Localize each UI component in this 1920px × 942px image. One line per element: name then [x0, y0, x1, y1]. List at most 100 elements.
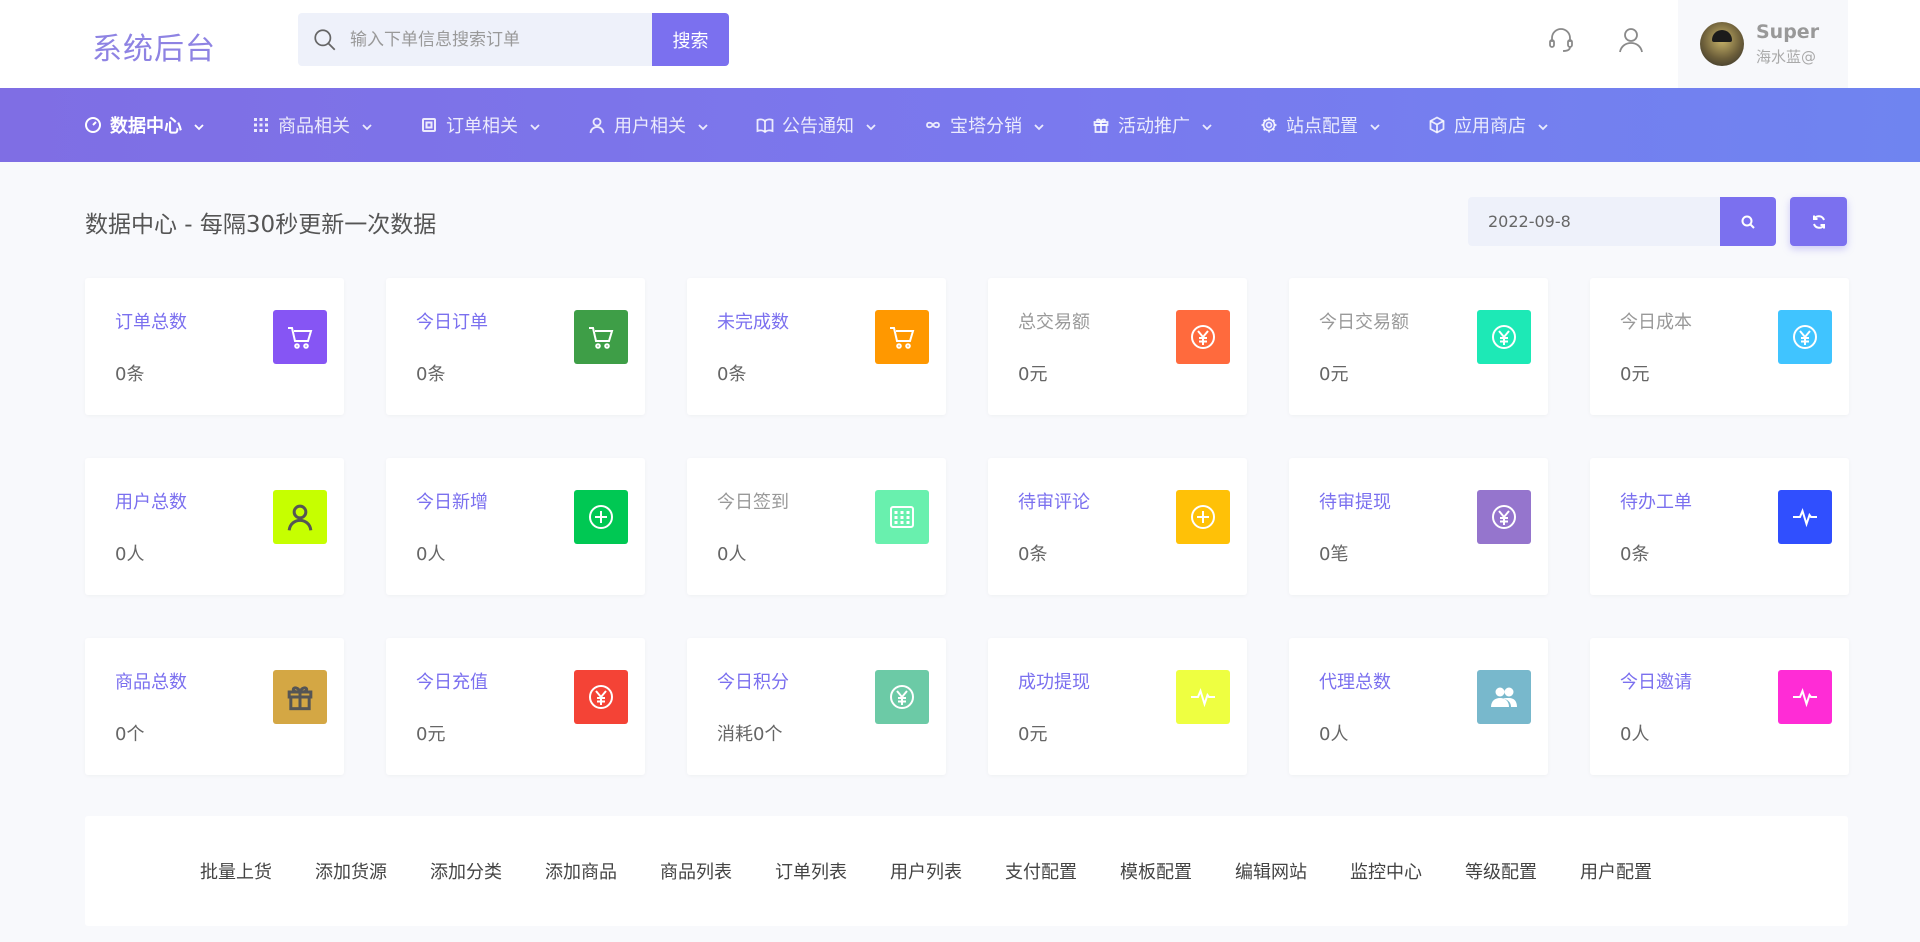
- avatar: [1700, 22, 1744, 66]
- stat-card-value: 0人: [416, 544, 446, 565]
- yen-icon: [1477, 490, 1531, 544]
- nav-item-5[interactable]: 宝塔分销: [924, 112, 1046, 138]
- quick-link[interactable]: 等级配置: [1465, 858, 1537, 884]
- search-input[interactable]: [350, 29, 650, 50]
- order-search: 搜索: [298, 13, 729, 66]
- chevron-down-icon: [1200, 118, 1214, 132]
- cart-icon: [574, 310, 628, 364]
- stat-card[interactable]: 待办工单 0条: [1590, 458, 1849, 595]
- plus-circle-icon: [574, 490, 628, 544]
- stat-card[interactable]: 待审提现 0笔: [1289, 458, 1548, 595]
- grid-icon: [252, 116, 270, 134]
- quick-link[interactable]: 监控中心: [1350, 858, 1422, 884]
- quick-link[interactable]: 商品列表: [660, 858, 732, 884]
- stat-card[interactable]: 今日新增 0人: [386, 458, 645, 595]
- stat-card-value: 0条: [416, 364, 446, 385]
- nav-item-8[interactable]: 应用商店: [1428, 112, 1550, 138]
- user-icon: [273, 490, 327, 544]
- pulse-icon: [1778, 490, 1832, 544]
- stat-card[interactable]: 总交易额 0元: [988, 278, 1247, 415]
- stat-card-value: 0条: [1018, 544, 1048, 565]
- brand-title[interactable]: 系统后台: [92, 24, 216, 68]
- stat-card-label: 今日新增: [416, 492, 488, 513]
- date-input[interactable]: 2022-09-8: [1468, 197, 1720, 246]
- quick-link[interactable]: 订单列表: [775, 858, 847, 884]
- nav-item-label: 宝塔分销: [950, 116, 1022, 137]
- nav-item-2[interactable]: 订单相关: [420, 112, 542, 138]
- refresh-icon: [1812, 214, 1825, 229]
- stat-card-value: 0笔: [1319, 544, 1349, 565]
- stat-cards: 订单总数 0条 今日订单 0条 未完成数 0条 总交易额 0元 今日交易额 0元 今日成本 0元 用户总…: [85, 278, 1849, 775]
- chevron-down-icon: [864, 118, 878, 132]
- stat-card[interactable]: 今日邀请 0人: [1590, 638, 1849, 775]
- box-icon: [1428, 116, 1446, 134]
- stat-card[interactable]: 商品总数 0个: [85, 638, 344, 775]
- stat-card-value: 0个: [115, 724, 145, 745]
- quick-link[interactable]: 用户列表: [890, 858, 962, 884]
- stat-card-value: 消耗0个: [717, 724, 783, 745]
- infinity-icon: [924, 116, 942, 134]
- cart-icon: [273, 310, 327, 364]
- nav-item-label: 商品相关: [278, 116, 350, 137]
- stat-card-label: 待办工单: [1620, 492, 1692, 513]
- book-icon: [756, 116, 774, 134]
- quick-link[interactable]: 批量上货: [200, 858, 272, 884]
- quick-link[interactable]: 支付配置: [1005, 858, 1077, 884]
- search-icon: [1741, 215, 1755, 229]
- nav-item-label: 用户相关: [614, 116, 686, 137]
- refresh-button[interactable]: [1790, 197, 1847, 246]
- nav-item-6[interactable]: 活动推广: [1092, 112, 1214, 138]
- main-nav: 数据中心 商品相关 订单相关 用户相关 公告通知 宝塔分销 活动推广 站点配置 应用商店: [0, 88, 1920, 162]
- quick-link[interactable]: 用户配置: [1580, 858, 1652, 884]
- nav-item-label: 活动推广: [1118, 116, 1190, 137]
- stat-card[interactable]: 今日成本 0元: [1590, 278, 1849, 415]
- stat-card[interactable]: 今日充值 0元: [386, 638, 645, 775]
- cart-icon: [875, 310, 929, 364]
- stat-card[interactable]: 成功提现 0元: [988, 638, 1247, 775]
- user-menu[interactable]: Super 海水蓝@: [1678, 0, 1848, 88]
- stat-card-label: 未完成数: [717, 312, 789, 333]
- stat-card[interactable]: 订单总数 0条: [85, 278, 344, 415]
- stat-card[interactable]: 用户总数 0人: [85, 458, 344, 595]
- stat-card-value: 0元: [1018, 724, 1048, 745]
- top-bar: 系统后台 搜索 Super 海水蓝@: [0, 0, 1920, 88]
- stat-card-value: 0人: [1319, 724, 1349, 745]
- stat-card-label: 待审提现: [1319, 492, 1391, 513]
- dashboard-icon: [84, 116, 102, 134]
- stat-card-label: 今日订单: [416, 312, 488, 333]
- nav-item-4[interactable]: 公告通知: [756, 112, 878, 138]
- quick-link[interactable]: 模板配置: [1120, 858, 1192, 884]
- search-field[interactable]: [298, 13, 652, 66]
- stat-card-label: 代理总数: [1319, 672, 1391, 693]
- yen-icon: [1778, 310, 1832, 364]
- stat-card[interactable]: 今日订单 0条: [386, 278, 645, 415]
- yen-icon: [875, 670, 929, 724]
- date-search-button[interactable]: [1720, 197, 1776, 246]
- stat-card-label: 今日成本: [1620, 312, 1692, 333]
- chevron-down-icon: [696, 118, 710, 132]
- quick-link[interactable]: 编辑网站: [1235, 858, 1307, 884]
- stat-card[interactable]: 今日积分 消耗0个: [687, 638, 946, 775]
- stat-card-label: 今日邀请: [1620, 672, 1692, 693]
- quick-link[interactable]: 添加货源: [315, 858, 387, 884]
- quick-link[interactable]: 添加商品: [545, 858, 617, 884]
- stat-card[interactable]: 今日签到 0人: [687, 458, 946, 595]
- yen-icon: [1477, 310, 1531, 364]
- nav-item-label: 应用商店: [1454, 116, 1526, 137]
- profile-icon[interactable]: [1615, 24, 1647, 56]
- nav-item-7[interactable]: 站点配置: [1260, 112, 1382, 138]
- stat-card-value: 0条: [717, 364, 747, 385]
- nav-item-3[interactable]: 用户相关: [588, 112, 710, 138]
- stat-card[interactable]: 待审评论 0条: [988, 458, 1247, 595]
- search-button[interactable]: 搜索: [652, 13, 729, 66]
- nav-item-0[interactable]: 数据中心: [84, 112, 206, 138]
- stat-card-value: 0人: [1620, 724, 1650, 745]
- stat-card[interactable]: 今日交易额 0元: [1289, 278, 1548, 415]
- quick-link[interactable]: 添加分类: [430, 858, 502, 884]
- stat-card-label: 今日签到: [717, 492, 789, 513]
- chevron-down-icon: [1536, 118, 1550, 132]
- nav-item-1[interactable]: 商品相关: [252, 112, 374, 138]
- stat-card[interactable]: 代理总数 0人: [1289, 638, 1548, 775]
- stat-card[interactable]: 未完成数 0条: [687, 278, 946, 415]
- headset-icon[interactable]: [1545, 24, 1577, 56]
